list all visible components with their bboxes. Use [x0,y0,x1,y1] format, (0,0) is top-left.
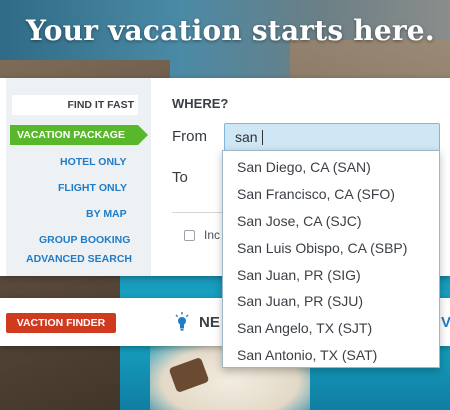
sidebar-item-hotel-only[interactable]: HOTEL ONLY [60,156,127,168]
autocomplete-option[interactable]: San Luis Obispo, CA (SBP) [223,235,439,262]
text-caret [262,130,263,145]
sidebar-item-group-booking[interactable]: GROUP BOOKING [39,234,130,246]
sidebar-item-by-map[interactable]: BY MAP [86,208,127,220]
sidebar-item-flight-only[interactable]: FLIGHT ONLY [58,182,127,194]
page-headline: Your vacation starts here. [26,14,435,47]
include-checkbox[interactable] [184,230,195,241]
finder-link[interactable]: V [441,314,450,331]
to-label: To [172,169,188,186]
autocomplete-option[interactable]: San Jose, CA (SJC) [223,208,439,235]
autocomplete-option[interactable]: San Juan, PR (SJU) [223,288,439,315]
autocomplete-option[interactable]: San Juan, PR (SIG) [223,262,439,289]
sidebar-item-advanced-search[interactable]: ADVANCED SEARCH [26,253,132,265]
include-checkbox-label: Inc [204,228,221,242]
autocomplete-option[interactable]: San Angelo, TX (SJT) [223,315,439,342]
sidebar-item-vacation-package[interactable]: VACATION PACKAGE [10,125,148,145]
autocomplete-option[interactable]: San Francisco, CA (SFO) [223,181,439,208]
finder-title: NE [199,314,220,331]
autocomplete-option[interactable]: San Diego, CA (SAN) [223,154,439,181]
lightbulb-icon [175,312,189,331]
search-sidebar: FIND IT FAST [6,78,151,276]
vacation-finder-tab[interactable]: VACTION FINDER [6,313,116,333]
autocomplete-option[interactable]: San Antonio, TX (SAT) [223,342,439,369]
autocomplete-dropdown: San Diego, CA (SAN) San Francisco, CA (S… [222,150,440,368]
form-divider [172,212,222,213]
where-heading: WHERE? [172,96,229,111]
from-label: From [172,128,207,145]
find-it-fast-header: FIND IT FAST [12,95,138,115]
from-input[interactable] [224,123,440,151]
